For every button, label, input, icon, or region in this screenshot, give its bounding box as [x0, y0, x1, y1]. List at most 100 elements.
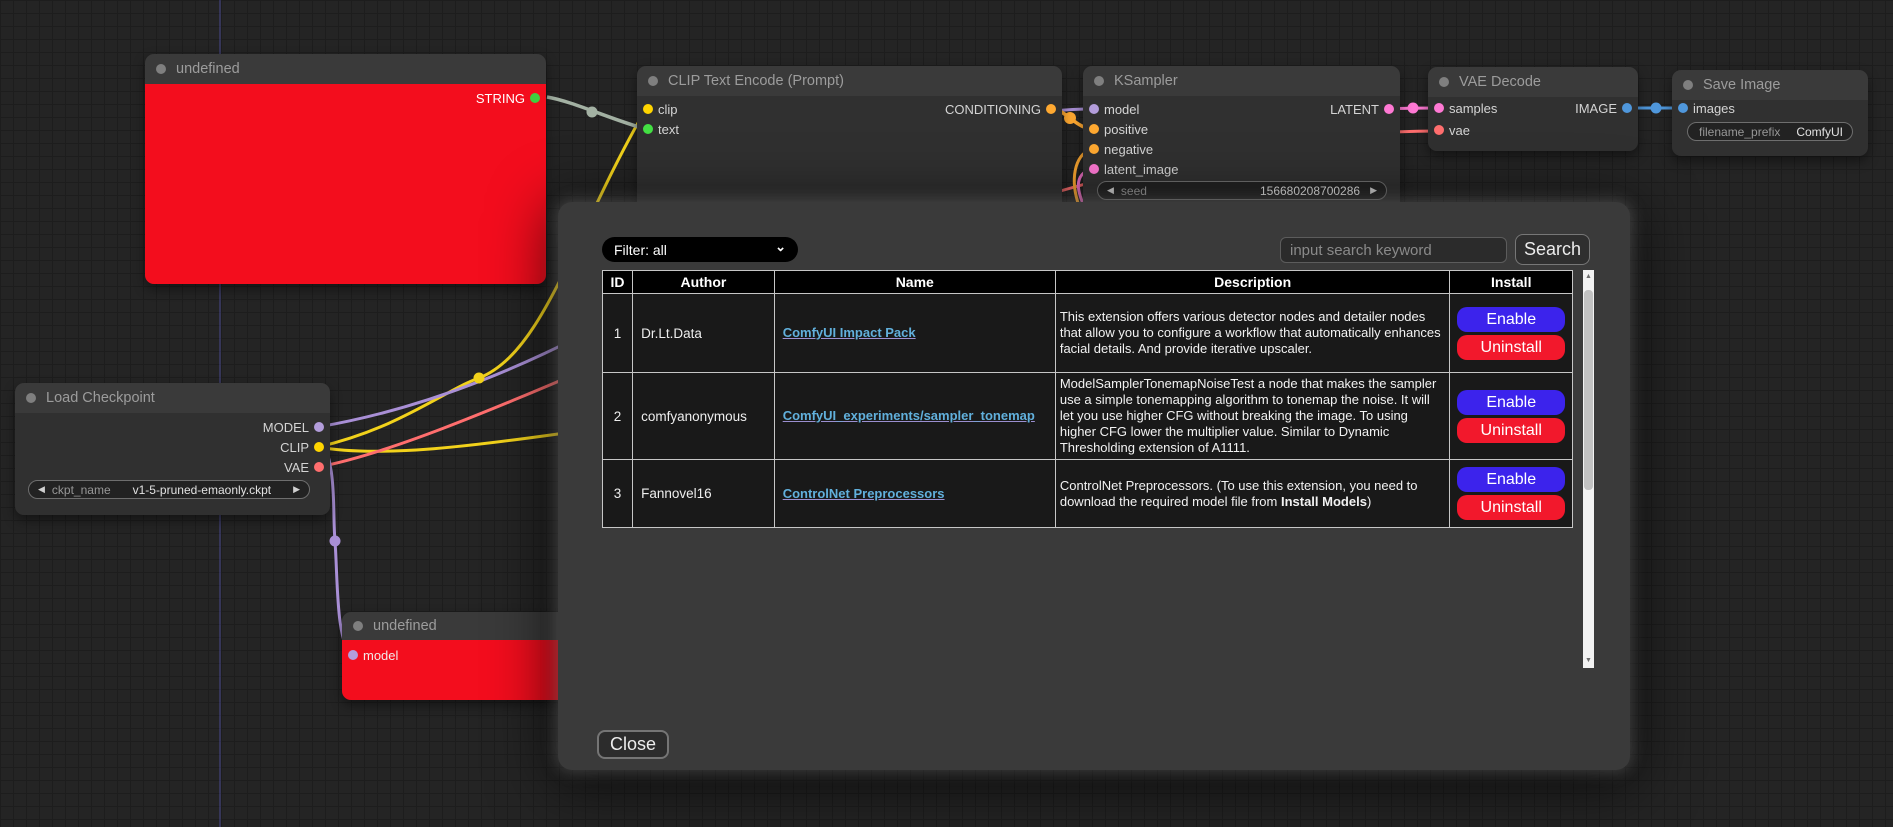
- uninstall-button[interactable]: Uninstall: [1457, 495, 1565, 520]
- slot-dot-icon[interactable]: [643, 124, 653, 134]
- input-slot-latent-image[interactable]: latent_image: [1083, 159, 1178, 179]
- slot-dot-icon[interactable]: [1089, 164, 1099, 174]
- input-slot-positive[interactable]: positive: [1083, 119, 1148, 139]
- slot-dot-icon[interactable]: [530, 93, 540, 103]
- column-header-author: Author: [633, 271, 775, 294]
- next-value-arrow-icon[interactable]: ▶: [293, 485, 300, 494]
- collapse-dot-icon[interactable]: [1439, 77, 1449, 87]
- ext-name-link[interactable]: ComfyUI_experiments/sampler_tonemap: [783, 408, 1035, 423]
- collapse-dot-icon[interactable]: [1683, 80, 1693, 90]
- ext-id: 3: [603, 460, 633, 528]
- search-input[interactable]: [1280, 237, 1507, 263]
- node-load-checkpoint[interactable]: Load Checkpoint MODEL CLIP VAE ◀ ckpt_na…: [15, 383, 330, 515]
- ext-description: ModelSamplerTonemapNoiseTest a node that…: [1055, 373, 1450, 460]
- column-header-description: Description: [1055, 271, 1450, 294]
- slot-dot-icon[interactable]: [314, 422, 324, 432]
- enable-button[interactable]: Enable: [1457, 307, 1565, 332]
- wire-dot-string: [587, 107, 598, 118]
- increment-arrow-icon[interactable]: ▶: [1370, 186, 1377, 195]
- close-button[interactable]: Close: [597, 730, 669, 759]
- table-row: 3 Fannovel16 ControlNet Preprocessors Co…: [603, 460, 1573, 528]
- ext-author: Dr.Lt.Data: [633, 294, 775, 373]
- node-undefined-top[interactable]: undefined STRING: [145, 54, 546, 284]
- output-slot-latent[interactable]: LATENT: [1330, 99, 1400, 119]
- wire-dot-image: [1651, 103, 1662, 114]
- column-header-install: Install: [1450, 271, 1573, 294]
- ext-author: comfyanonymous: [633, 373, 775, 460]
- node-save-image[interactable]: Save Image images filename_prefix ComfyU…: [1672, 70, 1868, 156]
- wire-dot-clip: [474, 373, 485, 384]
- slot-dot-icon[interactable]: [314, 462, 324, 472]
- input-slot-negative[interactable]: negative: [1083, 139, 1153, 159]
- output-slot-image[interactable]: IMAGE: [1575, 98, 1638, 118]
- node-vae-decode[interactable]: VAE Decode samples vae IMAGE: [1428, 67, 1638, 151]
- scroll-up-icon[interactable]: ▲: [1583, 270, 1594, 284]
- scroll-down-icon[interactable]: ▼: [1583, 654, 1594, 668]
- slot-dot-icon[interactable]: [1089, 124, 1099, 134]
- enable-button[interactable]: Enable: [1457, 390, 1565, 415]
- ckpt-name-widget[interactable]: ◀ ckpt_name v1-5-pruned-emaonly.ckpt ▶: [28, 480, 310, 499]
- ext-name-link[interactable]: ControlNet Preprocessors: [783, 486, 945, 501]
- input-slot-clip[interactable]: clip: [637, 99, 678, 119]
- column-header-name: Name: [774, 271, 1055, 294]
- seed-widget[interactable]: ◀ seed 156680208700286 ▶: [1097, 181, 1387, 200]
- node-title: CLIP Text Encode (Prompt): [668, 73, 844, 89]
- collapse-dot-icon[interactable]: [353, 621, 363, 631]
- collapse-dot-icon[interactable]: [1094, 76, 1104, 86]
- output-slot-model[interactable]: MODEL: [263, 417, 330, 437]
- enable-button[interactable]: Enable: [1457, 467, 1565, 492]
- node-title: Load Checkpoint: [46, 390, 155, 406]
- slot-dot-icon[interactable]: [643, 104, 653, 114]
- wire-dot-latent: [1408, 103, 1419, 114]
- ext-id: 1: [603, 294, 633, 373]
- wire-dot-conditioning: [1064, 112, 1076, 124]
- collapse-dot-icon[interactable]: [26, 393, 36, 403]
- input-slot-samples[interactable]: samples: [1428, 98, 1497, 118]
- slot-dot-icon[interactable]: [1089, 104, 1099, 114]
- ext-author: Fannovel16: [633, 460, 775, 528]
- ext-id: 2: [603, 373, 633, 460]
- wire-dot-model: [330, 536, 341, 547]
- slot-dot-icon[interactable]: [314, 442, 324, 452]
- slot-dot-icon[interactable]: [1434, 103, 1444, 113]
- node-title: undefined: [373, 618, 437, 634]
- scrollbar-thumb[interactable]: [1584, 290, 1593, 490]
- slot-dot-icon[interactable]: [1384, 104, 1394, 114]
- input-slot-images[interactable]: images: [1672, 98, 1735, 118]
- prev-value-arrow-icon[interactable]: ◀: [38, 485, 45, 494]
- uninstall-button[interactable]: Uninstall: [1457, 335, 1565, 360]
- node-title: VAE Decode: [1459, 74, 1541, 90]
- uninstall-button[interactable]: Uninstall: [1457, 418, 1565, 443]
- ext-name-link[interactable]: ComfyUI Impact Pack: [783, 325, 916, 340]
- node-title: KSampler: [1114, 73, 1178, 89]
- input-slot-text[interactable]: text: [637, 119, 679, 139]
- collapse-dot-icon[interactable]: [648, 76, 658, 86]
- output-slot-conditioning[interactable]: CONDITIONING: [945, 99, 1062, 119]
- slot-dot-icon[interactable]: [1434, 125, 1444, 135]
- slot-dot-icon[interactable]: [1678, 103, 1688, 113]
- filename-prefix-widget[interactable]: filename_prefix ComfyUI: [1687, 122, 1853, 141]
- decrement-arrow-icon[interactable]: ◀: [1107, 186, 1114, 195]
- custom-nodes-manager-dialog: Filter: all ⌄ Search ID Author Name Desc…: [558, 202, 1630, 770]
- output-slot-string[interactable]: STRING: [476, 88, 546, 108]
- table-scrollbar[interactable]: ▲ ▼: [1583, 270, 1594, 668]
- table-row: 2 comfyanonymous ComfyUI_experiments/sam…: [603, 373, 1573, 460]
- output-slot-vae[interactable]: VAE: [284, 457, 330, 477]
- chevron-down-icon: ⌄: [775, 239, 786, 255]
- slot-dot-icon[interactable]: [348, 650, 358, 660]
- extensions-table: ID Author Name Description Install 1 Dr.…: [602, 270, 1573, 528]
- seed-value: 156680208700286: [1260, 184, 1360, 198]
- slot-dot-icon[interactable]: [1046, 104, 1056, 114]
- input-slot-model[interactable]: model: [342, 645, 398, 665]
- collapse-dot-icon[interactable]: [156, 64, 166, 74]
- ext-description: This extension offers various detector n…: [1055, 294, 1450, 373]
- node-title: Save Image: [1703, 77, 1780, 93]
- filter-dropdown[interactable]: Filter: all ⌄: [602, 237, 798, 262]
- input-slot-model[interactable]: model: [1083, 99, 1139, 119]
- output-slot-clip[interactable]: CLIP: [280, 437, 330, 457]
- input-slot-vae[interactable]: vae: [1428, 120, 1470, 140]
- slot-dot-icon[interactable]: [1622, 103, 1632, 113]
- ext-description: ControlNet Preprocessors. (To use this e…: [1055, 460, 1450, 528]
- search-button[interactable]: Search: [1515, 234, 1590, 265]
- slot-dot-icon[interactable]: [1089, 144, 1099, 154]
